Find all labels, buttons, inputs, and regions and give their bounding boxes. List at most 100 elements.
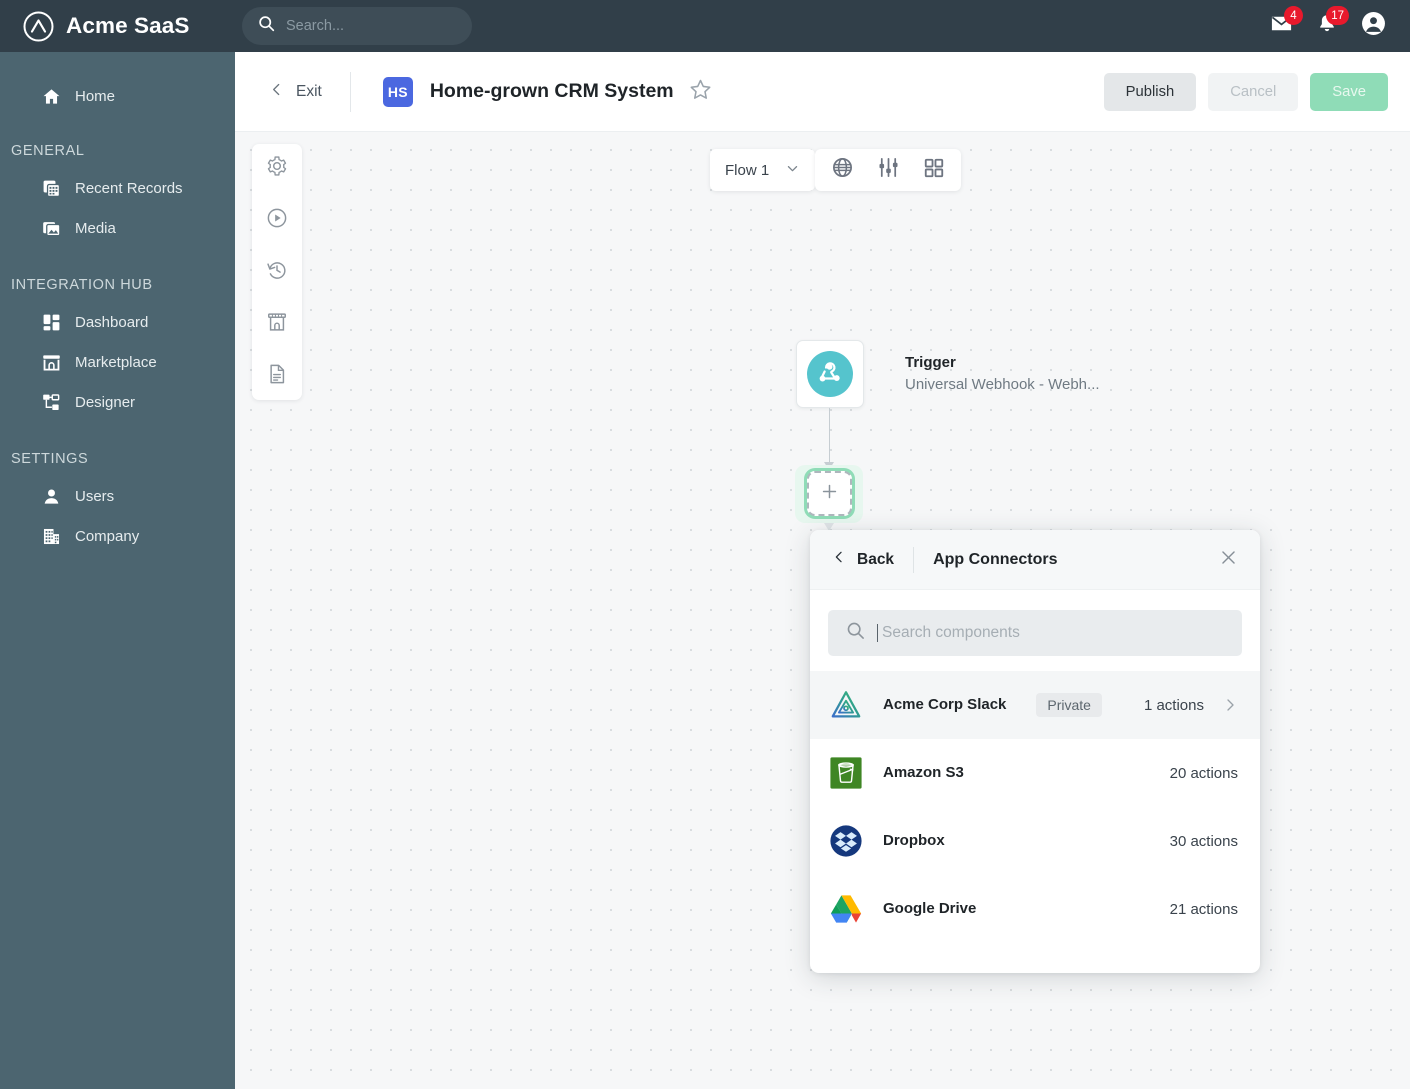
connector-name: Google Drive bbox=[883, 899, 977, 917]
grid-view-button[interactable] bbox=[911, 149, 957, 191]
google-drive-icon bbox=[828, 891, 864, 927]
panel-title: App Connectors bbox=[933, 550, 1058, 568]
company-building-icon bbox=[42, 527, 61, 546]
sidebar-item-label: Marketplace bbox=[75, 353, 157, 371]
user-icon bbox=[42, 487, 61, 506]
brand-name: Acme SaaS bbox=[66, 13, 190, 38]
chevron-left-icon bbox=[269, 82, 284, 102]
canvas-tool-rail bbox=[252, 144, 302, 400]
account-button[interactable] bbox=[1358, 11, 1388, 41]
document-icon bbox=[266, 363, 288, 390]
media-image-icon bbox=[42, 219, 61, 238]
marketplace-store-icon bbox=[266, 311, 288, 338]
connector-row[interactable]: Acme Corp Slack Private 1 actions bbox=[810, 671, 1260, 739]
gear-icon bbox=[266, 155, 288, 182]
exit-label: Exit bbox=[296, 82, 322, 100]
recent-records-icon bbox=[42, 179, 61, 198]
sidebar-item-marketplace[interactable]: Marketplace bbox=[0, 342, 235, 382]
sidebar-item-users[interactable]: Users bbox=[0, 476, 235, 516]
save-button: Save bbox=[1310, 72, 1388, 111]
dashboard-grid-icon bbox=[42, 313, 61, 332]
brand[interactable]: Acme SaaS bbox=[0, 10, 235, 43]
sidebar-item-label: Dashboard bbox=[75, 313, 149, 331]
marketplace-button[interactable] bbox=[263, 310, 291, 338]
run-button[interactable] bbox=[263, 206, 291, 234]
sliders-icon bbox=[877, 156, 900, 184]
sidebar: Home GENERAL Recent Records Media INTEGR… bbox=[0, 52, 235, 1089]
sidebar-section-integration-hub: INTEGRATION HUB bbox=[11, 277, 153, 293]
connector-actions-count: 21 actions bbox=[1169, 900, 1238, 918]
search-icon bbox=[846, 621, 865, 645]
app-avatar: HS bbox=[382, 76, 413, 107]
search-icon bbox=[258, 15, 275, 37]
settings-button[interactable] bbox=[263, 154, 291, 182]
connector-name: Dropbox bbox=[883, 831, 945, 849]
marketplace-store-icon bbox=[42, 353, 61, 372]
sidebar-item-company[interactable]: Company bbox=[0, 516, 235, 556]
trigger-node-text: Trigger Universal Webhook - Webh... bbox=[905, 352, 1100, 396]
panel-back-label: Back bbox=[857, 550, 895, 568]
chevron-down-icon bbox=[785, 161, 800, 180]
documents-button[interactable] bbox=[263, 362, 291, 390]
amazon-s3-icon bbox=[828, 755, 864, 791]
settings-sliders-button[interactable] bbox=[865, 149, 911, 191]
global-search-placeholder: Search... bbox=[286, 18, 345, 34]
sidebar-item-designer[interactable]: Designer bbox=[0, 382, 235, 422]
cancel-button: Cancel bbox=[1208, 72, 1299, 111]
sidebar-item-home[interactable]: Home bbox=[0, 76, 235, 116]
flow-canvas[interactable]: Flow 1 Trigger Universal Webhook - Webh.… bbox=[235, 132, 1410, 1089]
connector-actions-count: 30 actions bbox=[1169, 832, 1238, 850]
sidebar-section-settings: SETTINGS bbox=[11, 451, 89, 467]
sidebar-section-general: GENERAL bbox=[11, 143, 85, 159]
search-text-caret bbox=[877, 624, 878, 642]
panel-header: Back App Connectors bbox=[810, 530, 1260, 590]
globe-icon bbox=[831, 156, 854, 184]
publish-button[interactable]: Publish bbox=[1103, 72, 1197, 111]
trigger-node[interactable]: Trigger Universal Webhook - Webh... bbox=[796, 340, 1100, 408]
plus-icon bbox=[820, 482, 839, 506]
webhook-icon bbox=[816, 358, 844, 391]
connector-name: Amazon S3 bbox=[883, 763, 964, 781]
mail-button[interactable]: 4 bbox=[1266, 6, 1303, 41]
trigger-node-subtitle: Universal Webhook - Webh... bbox=[905, 376, 1100, 393]
panel-back-button[interactable]: Back bbox=[832, 550, 894, 569]
exit-button[interactable]: Exit bbox=[235, 82, 322, 102]
acme-circle-logo-icon bbox=[22, 10, 55, 43]
panel-search-wrap: Search components bbox=[810, 590, 1260, 671]
connector-actions-count: 1 actions bbox=[1143, 696, 1204, 714]
global-search-input[interactable]: Search... bbox=[242, 7, 472, 45]
add-node-button[interactable] bbox=[807, 471, 852, 516]
sidebar-item-label: Users bbox=[75, 487, 115, 505]
component-search-input[interactable]: Search components bbox=[828, 610, 1242, 656]
sidebar-item-media[interactable]: Media bbox=[0, 208, 235, 248]
history-button[interactable] bbox=[263, 258, 291, 286]
acme-corp-slack-icon bbox=[828, 687, 864, 723]
connector-row[interactable]: Dropbox 30 actions bbox=[810, 807, 1260, 875]
sidebar-item-dashboard[interactable]: Dashboard bbox=[0, 302, 235, 342]
connector-list[interactable]: Acme Corp Slack Private 1 actions Amazon… bbox=[810, 671, 1260, 973]
flow-connector-line bbox=[829, 408, 830, 466]
panel-header-divider bbox=[913, 546, 915, 573]
app-header: Exit HS Home-grown CRM System Publish Ca… bbox=[235, 52, 1410, 132]
sidebar-item-label: Home bbox=[75, 87, 116, 105]
sidebar-item-label: Recent Records bbox=[75, 179, 183, 197]
sidebar-item-label: Company bbox=[75, 527, 140, 545]
chevron-right-icon[interactable] bbox=[1222, 697, 1238, 713]
component-search-placeholder: Search components bbox=[882, 624, 1020, 641]
top-bar: Acme SaaS Search... 4 17 bbox=[0, 0, 1410, 52]
trigger-node-box[interactable] bbox=[796, 340, 864, 408]
flow-selector[interactable]: Flow 1 bbox=[710, 149, 816, 191]
connector-row[interactable]: Amazon S3 20 actions bbox=[810, 739, 1260, 807]
notifications-button[interactable]: 17 bbox=[1312, 6, 1349, 41]
trigger-node-title: Trigger bbox=[905, 354, 956, 372]
header-actions: Publish Cancel Save bbox=[1103, 72, 1410, 111]
sidebar-item-recent-records[interactable]: Recent Records bbox=[0, 168, 235, 208]
panel-close-button[interactable] bbox=[1219, 548, 1238, 572]
mail-badge: 4 bbox=[1284, 6, 1303, 25]
favorite-star-button[interactable] bbox=[689, 78, 712, 106]
connector-name: Acme Corp Slack bbox=[883, 695, 1007, 713]
notifications-badge: 17 bbox=[1326, 6, 1349, 25]
connector-row[interactable]: Google Drive 21 actions bbox=[810, 875, 1260, 943]
home-icon bbox=[42, 87, 61, 106]
globe-button[interactable] bbox=[819, 149, 865, 191]
